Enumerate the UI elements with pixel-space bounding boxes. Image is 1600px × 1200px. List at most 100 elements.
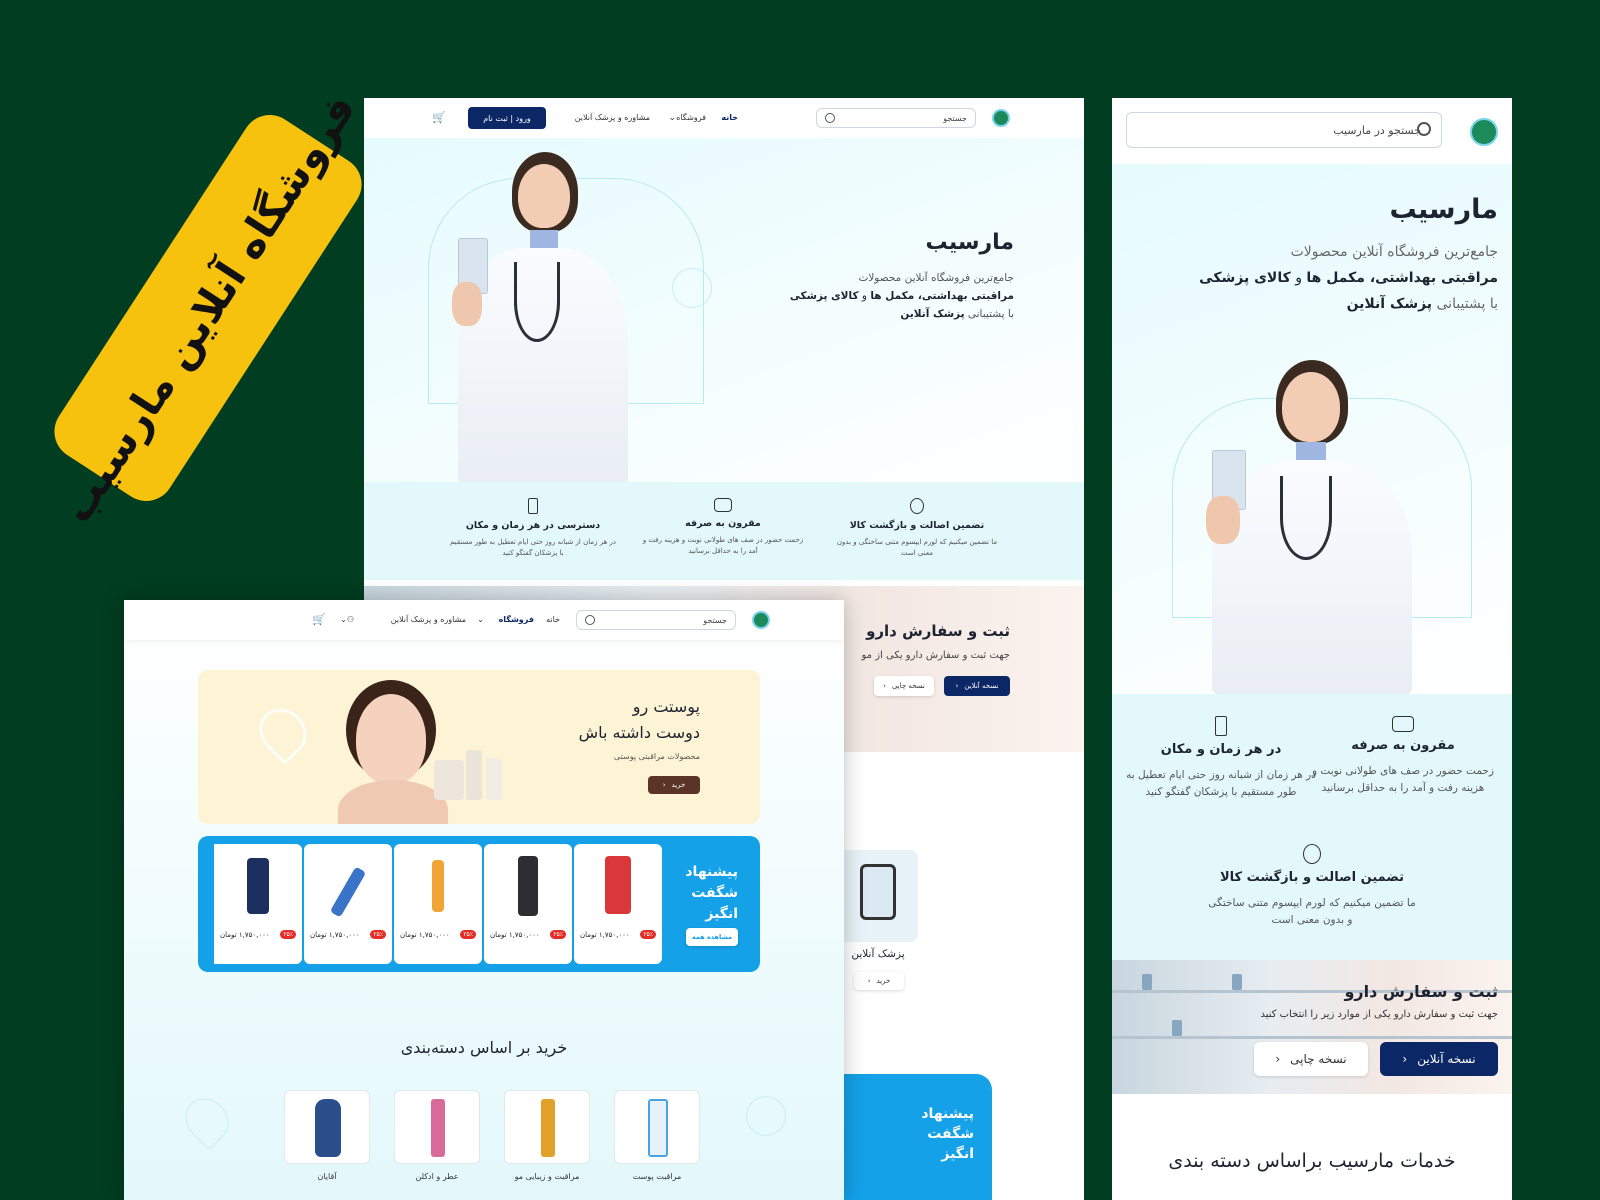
category-image	[431, 1099, 445, 1157]
category-card-hair[interactable]	[504, 1090, 590, 1164]
hero-line-1: جامع‌ترین فروشگاه آنلاین محصولات	[1290, 244, 1498, 260]
feature-title: مقرون به صرفه	[1351, 738, 1455, 753]
logo-icon[interactable]	[752, 611, 770, 629]
cream-jar-image	[434, 760, 464, 800]
nav-consult[interactable]: مشاوره و پزشک آنلاین	[391, 615, 466, 624]
category-label[interactable]: مراقبت و زیبایی مو	[504, 1172, 590, 1181]
button-label: نسخه چاپی	[891, 682, 925, 690]
phone-icon	[860, 864, 896, 920]
category-card-perfume[interactable]	[394, 1090, 480, 1164]
category-card-men[interactable]	[284, 1090, 370, 1164]
product-card[interactable]: ۲۵٪ ۱,۷۵۰,۰۰۰ تومان	[394, 844, 482, 964]
product-image	[518, 856, 538, 916]
feature-affordable: مقرون به صرفه زحمت حضور در صف های طولانی…	[638, 498, 808, 557]
feature-text: در هر زمان از شبانه روز حتی ایام تعطیل ب…	[1126, 769, 1316, 798]
print-prescription-button[interactable]: نسخه چاپی ‹	[1254, 1042, 1368, 1076]
print-prescription-button[interactable]: نسخه چاپی ‹	[874, 676, 934, 696]
search-placeholder: جستجو	[943, 113, 967, 123]
category-card-skin[interactable]	[614, 1090, 700, 1164]
order-text: جهت ثبت و سفارش دارو یکی از مو	[861, 650, 1011, 661]
product-card[interactable]: ۲۵٪ ۱,۷۵۰,۰۰۰ تومان	[574, 844, 662, 964]
hourglass-icon	[1215, 716, 1227, 736]
hero-title: مارسیب	[925, 230, 1014, 255]
feature-text: ما تضمین میکنیم که لورم ایپسوم متنی ساخت…	[836, 538, 998, 557]
amazing-offer-section: پیشنهاد شگفت انگیز مشاهده همه ۲۵٪ ۱,۷۵۰,…	[198, 836, 760, 972]
button-label: نسخه آنلاین	[1417, 1052, 1476, 1066]
nav-home[interactable]: خانه	[546, 615, 560, 624]
discount-badge: ۲۵٪	[370, 930, 386, 939]
cream-bottle-image	[466, 750, 482, 800]
chevron-down-icon[interactable]: ⌄	[477, 615, 484, 624]
product-price: ۱,۷۵۰,۰۰۰ تومان	[400, 931, 450, 939]
button-label: مشاهده همه	[691, 933, 733, 941]
product-card[interactable]: ۲۵٪ ۱,۷۵۰,۰۰۰ تومان	[214, 844, 302, 964]
search-input[interactable]: جستجو	[576, 610, 736, 630]
stethoscope-decoration	[672, 268, 712, 308]
cream-bottle-image	[486, 758, 502, 800]
skin-banner-title-2: دوست داشته باش	[578, 723, 700, 742]
category-image	[648, 1099, 668, 1157]
skin-buy-button[interactable]: خرید ‹	[648, 776, 700, 794]
login-button[interactable]: ورود | ثبت نام	[468, 107, 546, 129]
logo-icon[interactable]	[1470, 118, 1498, 146]
order-section: ثبت و سفارش دارو جهت ثبت و سفارش دارو یک…	[862, 622, 1011, 661]
button-label: خرید	[876, 977, 891, 985]
hero-line-2: مراقبتی بهداشتی، مکمل ها و کالای پزشکی	[1199, 270, 1498, 286]
online-prescription-button[interactable]: نسخه آنلاین ‹	[944, 676, 1010, 696]
search-input[interactable]: جستجو	[816, 108, 976, 128]
discount-badge: ۲۵٪	[550, 930, 566, 939]
chevron-down-icon[interactable]: ⌄	[668, 113, 676, 123]
feature-authenticity: تضمین اصالت و بازگشت کالا ما تضمین میکنی…	[1207, 844, 1417, 929]
search-input[interactable]: جستجو در مارسیب	[1126, 112, 1442, 148]
feature-anytime: دسترسی در هر زمان و مکان در هر زمان از ش…	[448, 498, 618, 559]
chevron-left-icon: ‹	[883, 682, 886, 690]
view-all-button[interactable]: مشاهده همه	[686, 928, 738, 946]
doctor-image	[1196, 360, 1426, 694]
feature-title: در هر زمان و مکان	[1160, 742, 1282, 757]
product-price: ۱,۷۵۰,۰۰۰ تومان	[220, 931, 270, 939]
nav-shop[interactable]: فروشگاه	[676, 113, 706, 122]
promo-banner: فروشگاه آنلاین مارسیب	[43, 85, 373, 531]
chevron-left-icon: ‹	[662, 781, 666, 789]
cart-icon[interactable]: 🛒	[432, 111, 446, 124]
logo-icon[interactable]	[992, 109, 1010, 127]
button-label: خرید	[671, 781, 686, 789]
hero-line-2: مراقبتی بهداشتی، مکمل ها و کالای پزشکی	[789, 290, 1014, 302]
product-image	[329, 866, 367, 918]
heart-decoration	[176, 1089, 238, 1151]
feature-title: مقرون به صرفه	[685, 518, 761, 529]
skin-care-banner: پوستت رو دوست داشته باش محصولات مراقبتی …	[198, 670, 760, 824]
search-placeholder: جستجو در مارسیب	[1333, 123, 1421, 137]
product-image	[247, 858, 269, 914]
feature-text: در هر زمان از شبانه روز حتی ایام تعطیل ب…	[449, 538, 616, 557]
order-title: ثبت و سفارش دارو	[866, 622, 1010, 640]
category-image	[541, 1099, 555, 1157]
skin-banner-title-1: پوستت رو	[632, 697, 700, 716]
hero-line-1: جامع‌ترین فروشگاه آنلاین محصولات	[858, 272, 1014, 284]
nav-consult[interactable]: مشاوره و پزشک آنلاین	[575, 113, 650, 122]
nav-shop[interactable]: فروشگاه	[499, 615, 534, 624]
product-card[interactable]: ۲۵٪ ۱,۷۵۰,۰۰۰ تومان	[484, 844, 572, 964]
category-label[interactable]: مراقبت پوست	[614, 1172, 700, 1181]
category-label[interactable]: آقایان	[284, 1172, 370, 1181]
nav-home[interactable]: خانه	[721, 113, 738, 122]
button-label: نسخه چاپی	[1290, 1052, 1347, 1066]
product-price: ۱,۷۵۰,۰۰۰ تومان	[580, 931, 630, 939]
login-label: ورود | ثبت نام	[483, 113, 531, 123]
mobile-navbar: جستجو در مارسیب	[1112, 98, 1512, 164]
online-doctor-card[interactable]	[838, 850, 918, 942]
banner-text: فروشگاه آنلاین مارسیب	[51, 85, 365, 531]
skin-banner-subtitle: محصولات مراقبتی پوستی	[613, 752, 700, 761]
feature-anytime: در هر زمان و مکان در هر زمان از شبانه رو…	[1126, 716, 1316, 801]
order-text: جهت ثبت و سفارش دارو یکی از موارد زیر را…	[1260, 1009, 1498, 1020]
heart-decoration	[249, 698, 317, 766]
online-prescription-button[interactable]: نسخه آنلاین ‹	[1380, 1042, 1498, 1076]
cart-icon[interactable]: 🛒	[312, 613, 326, 626]
product-price: ۱,۷۵۰,۰۰۰ تومان	[310, 931, 360, 939]
feature-text: زحمت حضور در صف های طولانی نوبت و هزینه …	[642, 536, 804, 555]
product-card[interactable]: ۲۵٪ ۱,۷۵۰,۰۰۰ تومان	[304, 844, 392, 964]
buy-button[interactable]: خرید ‹	[854, 972, 904, 990]
user-icon[interactable]: ⚇⌄	[340, 615, 354, 624]
wallet-icon	[1392, 716, 1414, 732]
category-label[interactable]: عطر و ادکلن	[394, 1172, 480, 1181]
